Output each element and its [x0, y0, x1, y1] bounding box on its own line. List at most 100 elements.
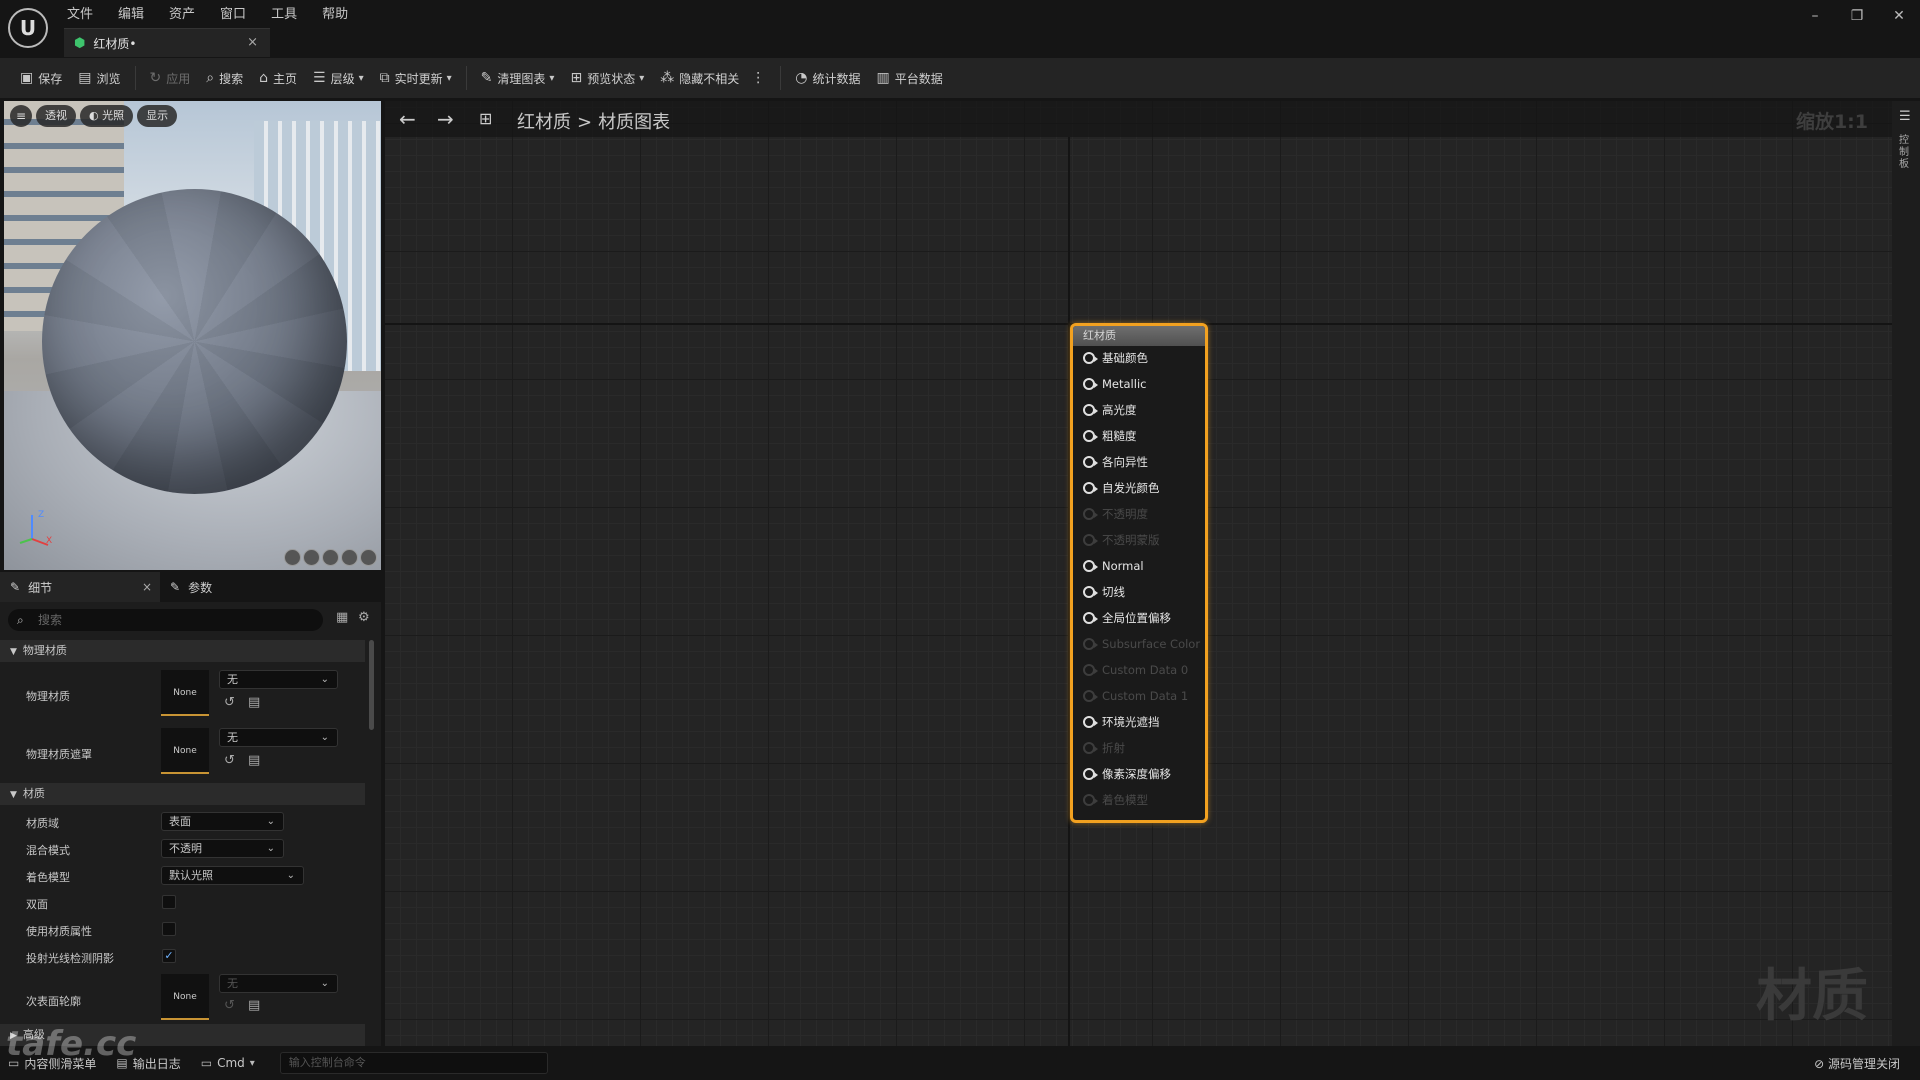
pin-connector-icon[interactable]	[1083, 586, 1098, 598]
minimize-button[interactable]: –	[1794, 0, 1836, 32]
clean-graph-button[interactable]: ✎ 清理图表 ▾	[473, 63, 563, 93]
list-icon[interactable]: ☰	[1899, 109, 1911, 124]
more-options-button[interactable]: ⋮	[747, 63, 774, 93]
node-input-pin[interactable]: Metallic	[1083, 375, 1146, 393]
close-tab-icon[interactable]: ×	[247, 35, 258, 50]
node-input-pin[interactable]: Subsurface Color	[1083, 635, 1200, 653]
breadcrumb-leaf[interactable]: 材质图表	[598, 112, 670, 133]
details-scrollbar[interactable]	[369, 640, 374, 730]
phys-material-thumbnail[interactable]: None	[161, 670, 209, 716]
preview-viewport[interactable]: ≡ 透视 ◐ 光照 显示 Z X	[4, 101, 381, 570]
use-material-attributes-checkbox[interactable]	[162, 922, 176, 936]
save-button[interactable]: ▣ 保存	[12, 63, 70, 93]
platform-stats-button[interactable]: ▥ 平台数据	[868, 63, 950, 93]
browse-asset-icon[interactable]: ▤	[248, 998, 260, 1013]
source-control-button[interactable]: ⊘ 源码管理关闭	[1814, 1055, 1900, 1072]
shading-model-dropdown[interactable]: 默认光照 ⌄	[161, 866, 304, 885]
node-input-pin[interactable]: 不透明度	[1083, 505, 1148, 523]
home-button[interactable]: ⌂ 主页	[251, 63, 305, 93]
blend-mode-dropdown[interactable]: 不透明 ⌄	[161, 839, 284, 858]
node-input-pin[interactable]: 粗糙度	[1083, 427, 1137, 445]
material-result-node[interactable]: 红材质 基础颜色 Metallic 高光度 粗糙度 各向异性 自发光颜色 不透明度 不透明蒙版…	[1070, 323, 1208, 823]
pin-connector-icon[interactable]	[1083, 742, 1098, 754]
close-tab-icon[interactable]: ×	[142, 580, 152, 594]
node-input-pin[interactable]: 环境光遮挡	[1083, 713, 1160, 731]
cylinder-shape-icon[interactable]	[284, 549, 301, 566]
pin-connector-icon[interactable]	[1083, 534, 1098, 546]
browse-button[interactable]: ▤ 浏览	[70, 63, 128, 93]
pin-connector-icon[interactable]	[1083, 690, 1098, 702]
details-search-input[interactable]: ⌕ 搜索	[8, 609, 323, 631]
node-input-pin[interactable]: 着色模型	[1083, 791, 1148, 809]
pin-connector-icon[interactable]	[1083, 664, 1098, 676]
pin-connector-icon[interactable]	[1083, 482, 1098, 494]
phys-material-dropdown[interactable]: 无 ⌄	[219, 670, 338, 689]
show-button[interactable]: 显示	[137, 105, 178, 127]
node-input-pin[interactable]: Custom Data 1	[1083, 687, 1188, 705]
tab-parameters[interactable]: ✎ 参数	[160, 572, 222, 602]
node-input-pin[interactable]: Custom Data 0	[1083, 661, 1188, 679]
menu-help[interactable]: 帮助	[322, 3, 360, 22]
hide-unrelated-button[interactable]: ⁂ 隐藏不相关	[652, 63, 747, 93]
viewport-menu-icon[interactable]: ≡	[10, 105, 32, 127]
phys-mask-dropdown[interactable]: 无 ⌄	[219, 728, 338, 747]
pin-connector-icon[interactable]	[1083, 352, 1098, 364]
use-selected-icon[interactable]: ↺	[224, 695, 235, 710]
pin-connector-icon[interactable]	[1083, 378, 1098, 390]
pin-connector-icon[interactable]	[1083, 638, 1098, 650]
category-physical-material[interactable]: ▼ 物理材质	[0, 640, 365, 662]
two-sided-checkbox[interactable]	[162, 895, 176, 909]
palette-tab[interactable]: 控制板	[1899, 135, 1913, 171]
subsurface-profile-thumbnail[interactable]: None	[161, 974, 209, 1020]
material-graph-canvas[interactable]: ← → ⊞ 红材质 > 材质图表 缩放1:1 红材质 基础颜色 Metallic 高光度…	[385, 101, 1892, 1046]
category-material[interactable]: ▼ 材质	[0, 783, 365, 805]
pin-connector-icon[interactable]	[1083, 716, 1098, 728]
live-update-dropdown[interactable]: ⧉ 实时更新 ▾	[372, 63, 460, 93]
document-tab[interactable]: ⬢ 红材质• ×	[64, 28, 270, 57]
table-view-icon[interactable]: ▦	[336, 610, 348, 625]
perspective-button[interactable]: 透视	[36, 105, 76, 127]
cube-shape-icon[interactable]	[341, 549, 358, 566]
use-selected-icon[interactable]: ↺	[224, 998, 235, 1013]
pin-connector-icon[interactable]	[1083, 456, 1098, 468]
pin-connector-icon[interactable]	[1083, 508, 1098, 520]
node-input-pin[interactable]: 折射	[1083, 739, 1125, 757]
pin-connector-icon[interactable]	[1083, 560, 1098, 572]
tab-details[interactable]: ✎ 细节 ×	[0, 572, 160, 602]
gear-icon[interactable]: ⚙	[358, 610, 370, 625]
hierarchy-dropdown[interactable]: ☰ 层级 ▾	[305, 63, 372, 93]
apply-button[interactable]: ↻ 应用	[142, 63, 199, 93]
pin-connector-icon[interactable]	[1083, 612, 1098, 624]
node-input-pin[interactable]: 不透明蒙版	[1083, 531, 1160, 549]
node-input-pin[interactable]: 高光度	[1083, 401, 1137, 419]
preview-state-dropdown[interactable]: ⊞ 预览状态 ▾	[562, 63, 652, 93]
subsurface-profile-dropdown[interactable]: 无 ⌄	[219, 974, 338, 993]
pin-connector-icon[interactable]	[1083, 794, 1098, 806]
browse-asset-icon[interactable]: ▤	[248, 753, 260, 768]
pin-connector-icon[interactable]	[1083, 768, 1098, 780]
cmd-dropdown[interactable]: ▭ Cmd ▾	[201, 1056, 260, 1070]
node-input-pin[interactable]: 切线	[1083, 583, 1125, 601]
node-input-pin[interactable]: Normal	[1083, 557, 1144, 575]
menu-file[interactable]: 文件	[67, 3, 105, 22]
node-input-pin[interactable]: 各向异性	[1083, 453, 1148, 471]
search-button[interactable]: ⌕ 搜索	[198, 63, 251, 93]
stats-button[interactable]: ◔ 统计数据	[787, 63, 868, 93]
unreal-logo-icon[interactable]: U	[8, 8, 48, 48]
node-input-pin[interactable]: 全局位置偏移	[1083, 609, 1171, 627]
node-input-pin[interactable]: 像素深度偏移	[1083, 765, 1171, 783]
back-arrow-icon[interactable]: ←	[399, 107, 416, 131]
phys-mask-thumbnail[interactable]: None	[161, 728, 209, 774]
teapot-shape-icon[interactable]	[360, 549, 377, 566]
raytraced-shadow-checkbox[interactable]: ✓	[162, 949, 176, 963]
menu-window[interactable]: 窗口	[220, 3, 258, 22]
plane-shape-icon[interactable]	[322, 549, 339, 566]
node-input-pin[interactable]: 自发光颜色	[1083, 479, 1160, 497]
sphere-shape-icon[interactable]	[303, 549, 320, 566]
browse-asset-icon[interactable]: ▤	[248, 695, 260, 710]
breadcrumb-root[interactable]: 红材质	[517, 112, 571, 133]
use-selected-icon[interactable]: ↺	[224, 753, 235, 768]
lit-button[interactable]: ◐ 光照	[80, 105, 134, 127]
forward-arrow-icon[interactable]: →	[437, 107, 454, 131]
material-domain-dropdown[interactable]: 表面 ⌄	[161, 812, 284, 831]
